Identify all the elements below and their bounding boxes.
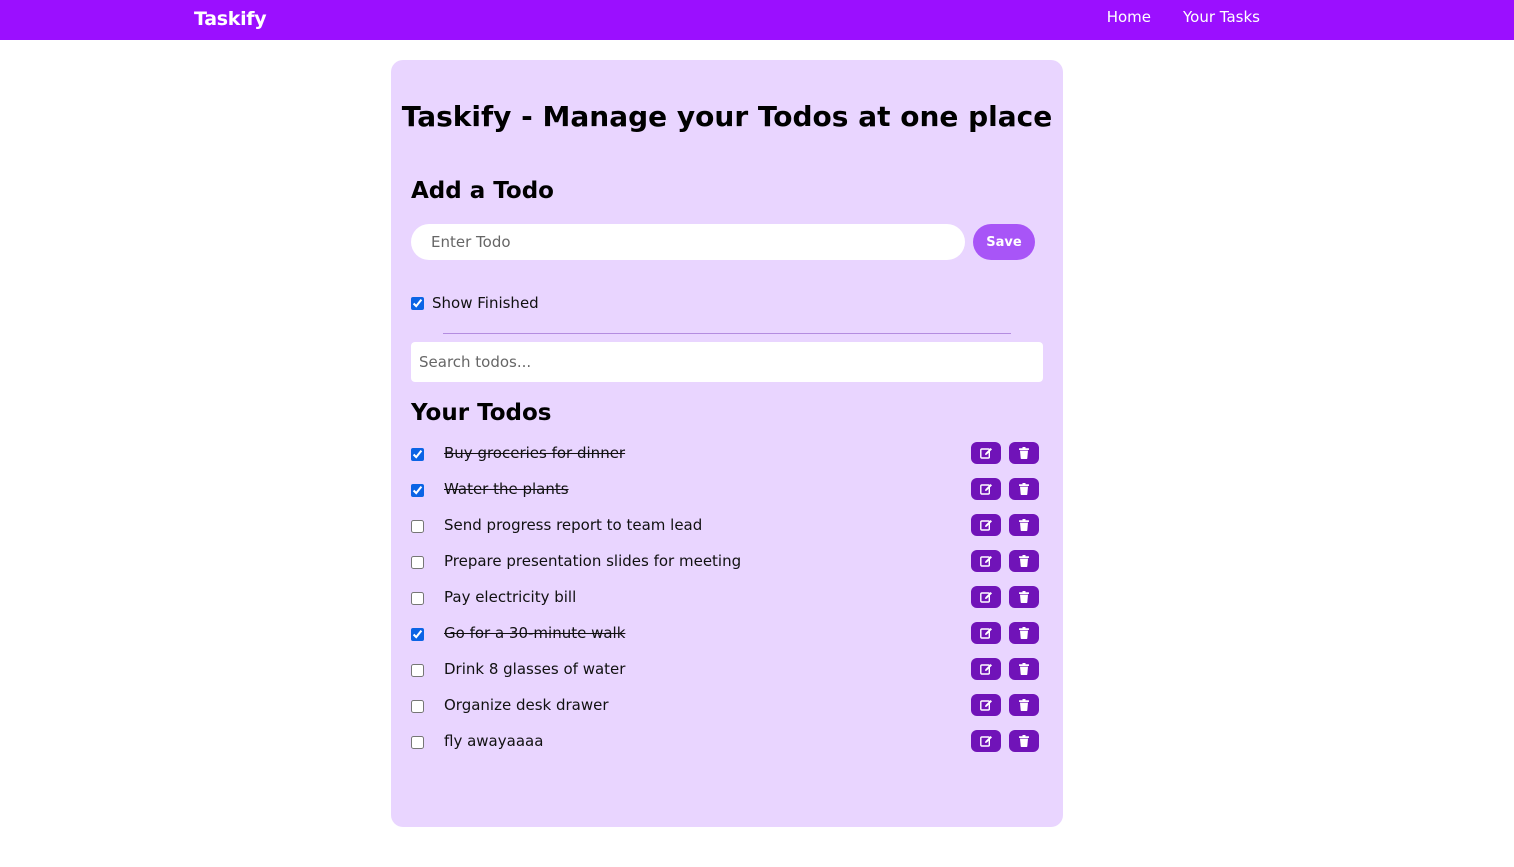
edit-button[interactable] <box>971 478 1001 500</box>
nav-links: Home Your Tasks <box>1107 8 1260 26</box>
todo-text: Go for a 30-minute walk <box>444 624 626 642</box>
todo-checkbox[interactable] <box>411 664 424 677</box>
todo-text: Send progress report to team lead <box>444 516 703 534</box>
todo-text: Pay electricity bill <box>444 588 577 606</box>
todo-text: Prepare presentation slides for meeting <box>444 552 742 570</box>
nav-link-your-tasks[interactable]: Your Tasks <box>1183 8 1260 26</box>
edit-icon <box>979 735 993 747</box>
trash-icon <box>1019 735 1029 747</box>
todo-checkbox[interactable] <box>411 700 424 713</box>
todo-item: Buy groceries for dinner <box>411 442 1039 478</box>
edit-button[interactable] <box>971 694 1001 716</box>
delete-button[interactable] <box>1009 442 1039 464</box>
todo-checkbox[interactable] <box>411 520 424 533</box>
edit-icon <box>979 483 993 495</box>
todo-list: Buy groceries for dinner Water the plants… <box>411 442 1039 766</box>
todo-input[interactable] <box>411 224 965 260</box>
trash-icon <box>1019 663 1029 675</box>
navbar: Taskify Home Your Tasks <box>0 0 1514 40</box>
save-button[interactable]: Save <box>973 224 1035 260</box>
todo-item: fly awayaaaa <box>411 730 1039 766</box>
edit-icon <box>979 591 993 603</box>
edit-button[interactable] <box>971 586 1001 608</box>
your-todos-heading: Your Todos <box>411 400 552 426</box>
todo-item: Send progress report to team lead <box>411 514 1039 550</box>
todo-checkbox[interactable] <box>411 592 424 605</box>
edit-button[interactable] <box>971 622 1001 644</box>
show-finished-checkbox[interactable] <box>411 296 424 310</box>
divider <box>443 333 1011 334</box>
todo-text: Organize desk drawer <box>444 696 609 714</box>
todo-text: Buy groceries for dinner <box>444 444 626 462</box>
edit-icon <box>979 447 993 459</box>
edit-button[interactable] <box>971 550 1001 572</box>
edit-button[interactable] <box>971 658 1001 680</box>
todo-text: Water the plants <box>444 480 569 498</box>
todo-checkbox[interactable] <box>411 628 424 641</box>
todo-item: Water the plants <box>411 478 1039 514</box>
main-card: Taskify - Manage your Todos at one place… <box>391 60 1063 827</box>
search-input[interactable] <box>411 342 1043 382</box>
edit-icon <box>979 555 993 567</box>
todo-item: Organize desk drawer <box>411 694 1039 730</box>
edit-icon <box>979 519 993 531</box>
show-finished-label: Show Finished <box>432 294 539 312</box>
todo-text: Drink 8 glasses of water <box>444 660 626 678</box>
delete-button[interactable] <box>1009 658 1039 680</box>
todo-item: Go for a 30-minute walk <box>411 622 1039 658</box>
todo-text: fly awayaaaa <box>444 732 544 750</box>
delete-button[interactable] <box>1009 586 1039 608</box>
trash-icon <box>1019 591 1029 603</box>
todo-item: Prepare presentation slides for meeting <box>411 550 1039 586</box>
brand-logo[interactable]: Taskify <box>194 8 267 30</box>
todo-checkbox[interactable] <box>411 448 424 461</box>
edit-icon <box>979 627 993 639</box>
trash-icon <box>1019 555 1029 567</box>
trash-icon <box>1019 627 1029 639</box>
edit-button[interactable] <box>971 442 1001 464</box>
show-finished-toggle[interactable]: Show Finished <box>411 294 539 312</box>
edit-icon <box>979 663 993 675</box>
edit-button[interactable] <box>971 514 1001 536</box>
nav-link-home[interactable]: Home <box>1107 8 1151 26</box>
edit-button[interactable] <box>971 730 1001 752</box>
add-todo-heading: Add a Todo <box>411 178 554 204</box>
todo-item: Pay electricity bill <box>411 586 1039 622</box>
delete-button[interactable] <box>1009 514 1039 536</box>
delete-button[interactable] <box>1009 622 1039 644</box>
todo-checkbox[interactable] <box>411 484 424 497</box>
trash-icon <box>1019 483 1029 495</box>
page-title: Taskify - Manage your Todos at one place <box>401 100 1053 133</box>
todo-checkbox[interactable] <box>411 736 424 749</box>
trash-icon <box>1019 699 1029 711</box>
delete-button[interactable] <box>1009 694 1039 716</box>
trash-icon <box>1019 447 1029 459</box>
delete-button[interactable] <box>1009 730 1039 752</box>
delete-button[interactable] <box>1009 550 1039 572</box>
todo-item: Drink 8 glasses of water <box>411 658 1039 694</box>
todo-checkbox[interactable] <box>411 556 424 569</box>
trash-icon <box>1019 519 1029 531</box>
edit-icon <box>979 699 993 711</box>
delete-button[interactable] <box>1009 478 1039 500</box>
